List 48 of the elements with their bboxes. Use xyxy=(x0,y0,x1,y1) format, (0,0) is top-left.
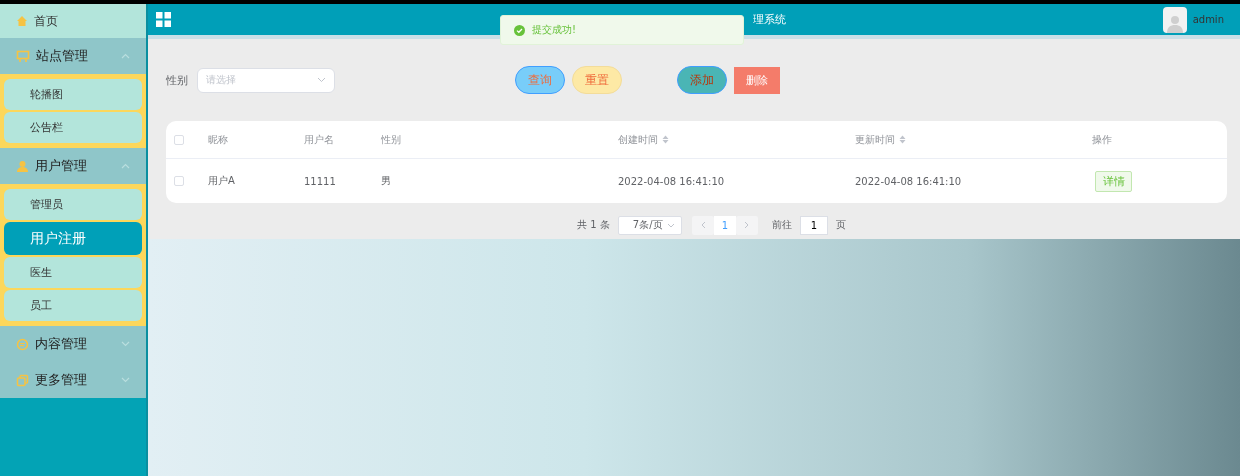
sort-icon xyxy=(662,135,669,144)
sidebar-item[interactable]: 首页 xyxy=(0,4,146,38)
column-header: 用户名 xyxy=(304,132,334,147)
chevron-up-icon xyxy=(121,163,130,169)
copy-icon xyxy=(16,373,29,387)
page-input[interactable]: 1 xyxy=(799,215,828,235)
sidebar-item[interactable]: 员工 xyxy=(4,290,142,321)
goto-label: 前往 xyxy=(771,218,792,232)
check-circle-icon xyxy=(514,24,525,36)
sidebar-group[interactable]: 站点管理 xyxy=(0,38,146,74)
sidebar-group[interactable]: 更多管理 xyxy=(0,362,146,398)
grid-menu-icon[interactable] xyxy=(156,12,171,27)
table-cell: 2022-04-08 16:41:10 xyxy=(618,175,725,187)
sidebar-group[interactable]: 用户管理 xyxy=(0,148,146,184)
table-cell: 2022-04-08 16:41:10 xyxy=(855,175,962,187)
board-icon xyxy=(16,49,30,63)
column-header: 昵称 xyxy=(208,132,228,147)
avatar[interactable] xyxy=(1162,6,1187,33)
total-count: 共 1 条 xyxy=(577,218,610,232)
home-icon xyxy=(16,15,28,27)
chevron-down-icon xyxy=(666,222,675,228)
column-header: 操作 xyxy=(1092,132,1112,147)
sidebar-item[interactable]: 轮播图 xyxy=(4,79,142,110)
chevron-down-icon xyxy=(121,341,130,347)
table-cell: 11111 xyxy=(304,175,336,187)
chevron-left-icon xyxy=(699,221,706,229)
page-size-select[interactable]: 7条/页 xyxy=(617,215,682,235)
chevron-right-icon xyxy=(743,221,750,229)
page-suffix: 页 xyxy=(835,218,846,232)
chat-icon xyxy=(16,337,29,351)
sidebar-group[interactable]: 内容管理 xyxy=(0,326,146,362)
column-header: 性别 xyxy=(381,132,401,147)
user-name[interactable]: admin xyxy=(1192,14,1224,25)
table-cell: 用户A xyxy=(208,174,235,188)
table-cell: 男 xyxy=(381,174,391,188)
sidebar-item[interactable]: 公告栏 xyxy=(4,112,142,143)
sidebar-item[interactable]: 医生 xyxy=(4,257,142,288)
chevron-up-icon xyxy=(121,53,130,59)
user-icon xyxy=(16,159,29,173)
app-title: 理系统 xyxy=(753,12,787,27)
sort-icon xyxy=(899,135,906,144)
checkbox[interactable] xyxy=(174,134,184,145)
chevron-down-icon xyxy=(317,77,326,83)
checkbox[interactable] xyxy=(174,176,184,186)
chevron-down-icon xyxy=(121,377,130,383)
toast-message: 提交成功! xyxy=(532,23,576,37)
filter-label: 性别 xyxy=(166,72,188,88)
sidebar-item[interactable]: 管理员 xyxy=(4,189,142,220)
